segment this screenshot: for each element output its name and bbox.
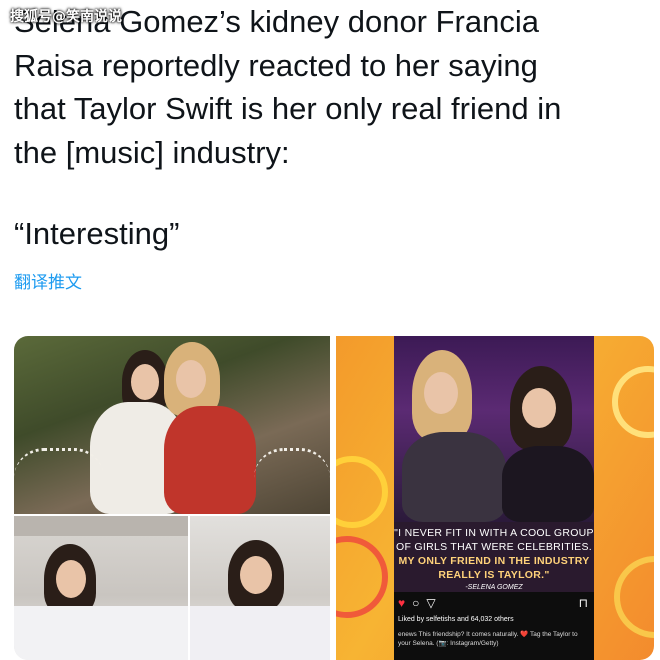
photo-face — [240, 556, 272, 594]
tweet-line: that Taylor Swift is her only real frien… — [14, 91, 562, 126]
instagram-caption: enews This friendship? It comes naturall… — [398, 631, 578, 647]
pattern-circle — [336, 456, 388, 528]
photo-hospital-francia[interactable] — [14, 516, 188, 660]
comment-icon[interactable]: ○ — [412, 596, 419, 610]
photo-bench — [254, 448, 330, 514]
quote-line: MY ONLY FRIEND IN THE INDUSTRY — [398, 555, 590, 567]
instagram-action-bar: ♥ ○ ▽ ⊓ Liked by selfetishs and 64,032 o… — [394, 592, 594, 660]
photo-figure — [402, 432, 506, 522]
photo-face — [522, 388, 556, 428]
bookmark-icon[interactable]: ⊓ — [579, 596, 588, 610]
share-icon[interactable]: ▽ — [426, 596, 435, 610]
pattern-circle — [614, 556, 654, 638]
pattern-circle — [612, 366, 654, 438]
quote-line: REALLY IS TAYLOR." — [438, 569, 550, 581]
quote-line: OF GIRLS THAT WERE CELEBRITIES. — [395, 541, 592, 553]
pattern-circle — [336, 536, 388, 618]
heart-icon[interactable]: ♥ — [398, 596, 405, 610]
tweet-media-grid: "I NEVER FIT IN WITH A COOL GROUP OF GIR… — [14, 336, 654, 660]
photo-wall — [14, 516, 188, 536]
photo-hospital-gown — [190, 606, 330, 660]
photo-hospital-selena[interactable] — [190, 516, 330, 660]
eonline-instagram-post[interactable]: "I NEVER FIT IN WITH A COOL GROUP OF GIR… — [336, 336, 654, 660]
photo-figure — [164, 406, 256, 514]
quote-line: "I NEVER FIT IN WITH A COOL GROUP — [394, 527, 594, 539]
tweet-text: Selena Gomez’s kidney donor Francia Rais… — [14, 0, 644, 174]
instagram-actions: ♥ ○ ▽ — [398, 596, 436, 610]
photo-face — [56, 560, 86, 598]
tweet-line: Raisa reportedly reacted to her saying — [14, 47, 538, 83]
watermark: 搜狐号@笑南说说 — [10, 9, 122, 25]
concert-photo — [394, 336, 594, 522]
photo-bench — [14, 448, 104, 514]
photo-garden-selfie[interactable] — [14, 336, 330, 514]
translate-tweet-link[interactable]: 翻译推文 — [14, 268, 82, 293]
photo-hospital-gown — [14, 606, 188, 660]
photo-figure — [502, 446, 594, 522]
instagram-likes: Liked by selfetishs and 64,032 others — [398, 616, 514, 623]
quote-card: "I NEVER FIT IN WITH A COOL GROUP OF GIR… — [394, 522, 594, 592]
tweet-quote: “Interesting” — [14, 216, 180, 251]
photo-face — [424, 372, 458, 414]
photo-face — [176, 360, 206, 398]
tweet-line: the [music] industry: — [14, 134, 290, 170]
photo-face — [131, 364, 159, 400]
